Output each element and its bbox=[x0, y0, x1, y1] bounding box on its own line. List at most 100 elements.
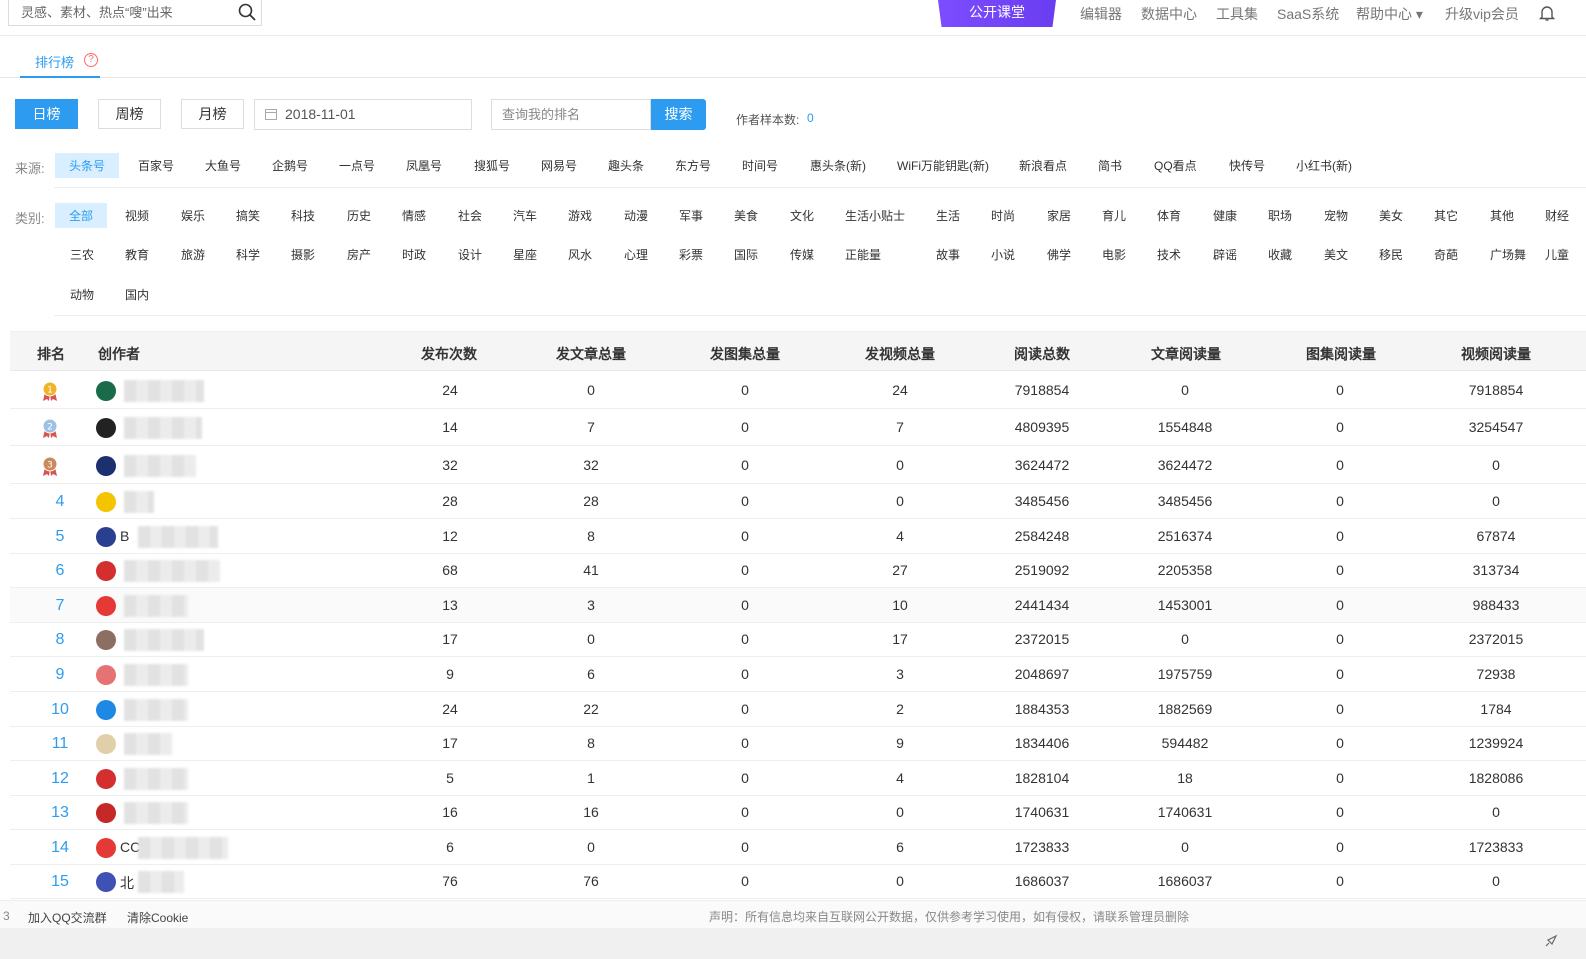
table-row[interactable]: 13 16 16 0 0 1740631 1740631 0 0 bbox=[10, 795, 1586, 830]
rank-search-button[interactable]: 搜索 bbox=[651, 99, 706, 130]
category-chip[interactable]: 房产 bbox=[347, 246, 371, 263]
th-article-total[interactable]: 发文章总量 bbox=[556, 344, 626, 364]
bell-icon[interactable] bbox=[1538, 4, 1556, 22]
source-chip[interactable]: 大鱼号 bbox=[205, 157, 241, 174]
category-chip[interactable]: 职场 bbox=[1268, 207, 1292, 224]
category-chip[interactable]: 时政 bbox=[402, 246, 426, 263]
source-chip[interactable]: 凤凰号 bbox=[406, 157, 442, 174]
creator-avatar[interactable] bbox=[96, 491, 116, 512]
category-chip[interactable]: 科学 bbox=[236, 246, 260, 263]
category-chip[interactable]: 故事 bbox=[936, 246, 960, 263]
source-chip[interactable]: 趣头条 bbox=[608, 157, 644, 174]
category-chip[interactable]: 军事 bbox=[679, 207, 703, 224]
category-chip[interactable]: 美女 bbox=[1379, 207, 1403, 224]
table-row[interactable]: 11 17 8 0 9 1834406 594482 0 1239924 bbox=[10, 726, 1586, 761]
category-chip[interactable]: 美食 bbox=[734, 207, 758, 224]
category-chip[interactable]: 佛学 bbox=[1047, 246, 1071, 263]
source-chip[interactable]: 新浪看点 bbox=[1019, 157, 1067, 174]
category-chip[interactable]: 三农 bbox=[70, 246, 94, 263]
category-chip[interactable]: 汽车 bbox=[513, 207, 537, 224]
nav-editor[interactable]: 编辑器 bbox=[1080, 4, 1122, 24]
table-row[interactable]: 12 5 1 0 4 1828104 18 0 1828086 bbox=[10, 761, 1586, 796]
category-chip[interactable]: 教育 bbox=[125, 246, 149, 263]
creator-avatar[interactable] bbox=[96, 664, 116, 685]
category-chip[interactable]: 彩票 bbox=[679, 246, 703, 263]
creator-avatar[interactable] bbox=[96, 837, 116, 858]
category-chip[interactable]: 全部 bbox=[55, 203, 108, 228]
category-chip[interactable]: 移民 bbox=[1379, 246, 1403, 263]
monthly-rank-button[interactable]: 月榜 bbox=[181, 99, 244, 129]
source-chip[interactable]: 网易号 bbox=[541, 157, 577, 174]
category-chip[interactable]: 情感 bbox=[402, 207, 426, 224]
category-chip[interactable]: 动物 bbox=[70, 286, 94, 303]
source-chip[interactable]: 快传号 bbox=[1229, 157, 1265, 174]
creator-name[interactable]: 北 bbox=[120, 873, 134, 893]
table-row[interactable]: 14 CC 6 0 0 6 1723833 0 0 1723833 bbox=[10, 830, 1586, 865]
table-row[interactable]: 9 9 6 0 3 2048697 1975759 0 72938 bbox=[10, 657, 1586, 692]
category-chip[interactable]: 社会 bbox=[458, 207, 482, 224]
category-chip[interactable]: 健康 bbox=[1213, 207, 1237, 224]
category-chip[interactable]: 心理 bbox=[624, 246, 648, 263]
creator-avatar[interactable] bbox=[96, 768, 116, 789]
category-chip[interactable]: 生活小贴士 bbox=[845, 207, 905, 224]
source-chip[interactable]: 头条号 bbox=[55, 153, 120, 178]
creator-avatar[interactable] bbox=[96, 455, 116, 476]
table-row[interactable]: 7 13 3 0 10 2441434 1453001 0 988433 bbox=[10, 588, 1586, 623]
source-chip[interactable]: 惠头条(新) bbox=[810, 157, 866, 174]
creator-avatar[interactable] bbox=[96, 526, 116, 547]
global-search-input[interactable] bbox=[9, 0, 229, 24]
source-chip[interactable]: 东方号 bbox=[675, 157, 711, 174]
category-chip[interactable]: 技术 bbox=[1157, 246, 1181, 263]
th-video-total[interactable]: 发视频总量 bbox=[865, 344, 935, 364]
nav-data-center[interactable]: 数据中心 bbox=[1141, 4, 1197, 24]
category-chip[interactable]: 美文 bbox=[1324, 246, 1348, 263]
creator-avatar[interactable] bbox=[96, 595, 116, 616]
category-chip[interactable]: 视频 bbox=[125, 207, 149, 224]
table-row[interactable]: 10 24 22 0 2 1884353 1882569 0 1784 bbox=[10, 692, 1586, 727]
join-qq-group-link[interactable]: 加入QQ交流群 bbox=[28, 909, 107, 926]
creator-avatar[interactable] bbox=[96, 560, 116, 581]
tab-ranking[interactable]: 排行榜 bbox=[35, 52, 74, 71]
th-read-total[interactable]: 阅读总数 bbox=[1014, 344, 1070, 364]
category-chip[interactable]: 搞笑 bbox=[236, 207, 260, 224]
th-gallery-total[interactable]: 发图集总量 bbox=[710, 344, 780, 364]
th-article-reads[interactable]: 文章阅读量 bbox=[1151, 344, 1221, 364]
category-chip[interactable]: 财经 bbox=[1545, 207, 1569, 224]
nav-upgrade-vip[interactable]: 升级vip会员 bbox=[1445, 4, 1519, 24]
category-chip[interactable]: 奇葩 bbox=[1434, 246, 1458, 263]
category-chip[interactable]: 星座 bbox=[513, 246, 537, 263]
category-chip[interactable]: 儿童 bbox=[1545, 246, 1569, 263]
table-row[interactable]: 8 17 0 0 17 2372015 0 0 2372015 bbox=[10, 622, 1586, 657]
nav-tools[interactable]: 工具集 bbox=[1216, 4, 1258, 24]
category-chip[interactable]: 体育 bbox=[1157, 207, 1181, 224]
th-gallery-reads[interactable]: 图集阅读量 bbox=[1306, 344, 1376, 364]
th-rank[interactable]: 排名 bbox=[37, 344, 65, 364]
creator-avatar[interactable] bbox=[96, 629, 116, 650]
rocket-icon[interactable] bbox=[1544, 934, 1558, 948]
source-chip[interactable]: 小红书(新) bbox=[1296, 157, 1352, 174]
help-icon[interactable]: ? bbox=[84, 53, 98, 67]
creator-avatar[interactable] bbox=[96, 699, 116, 720]
category-chip[interactable]: 辟谣 bbox=[1213, 246, 1237, 263]
category-chip[interactable]: 旅游 bbox=[181, 246, 205, 263]
creator-avatar[interactable] bbox=[96, 733, 116, 754]
category-chip[interactable]: 科技 bbox=[291, 207, 315, 224]
source-chip[interactable]: 简书 bbox=[1098, 157, 1122, 174]
nav-saas[interactable]: SaaS系统 bbox=[1277, 4, 1339, 24]
weekly-rank-button[interactable]: 周榜 bbox=[98, 99, 161, 129]
open-class-button[interactable]: 公开课堂 bbox=[938, 0, 1056, 27]
source-chip[interactable]: 一点号 bbox=[339, 157, 375, 174]
category-chip[interactable]: 国际 bbox=[734, 246, 758, 263]
category-chip[interactable]: 广场舞 bbox=[1490, 246, 1526, 263]
category-chip[interactable]: 生活 bbox=[936, 207, 960, 224]
category-chip[interactable]: 电影 bbox=[1102, 246, 1126, 263]
category-chip[interactable]: 传媒 bbox=[790, 246, 814, 263]
category-chip[interactable]: 国内 bbox=[125, 286, 149, 303]
table-row[interactable]: 3 32 32 0 0 3624472 3624472 0 0 bbox=[10, 447, 1586, 484]
creator-avatar[interactable] bbox=[96, 417, 116, 438]
category-chip[interactable]: 风水 bbox=[568, 246, 592, 263]
category-chip[interactable]: 文化 bbox=[790, 207, 814, 224]
table-row[interactable]: 2 14 7 0 7 4809395 1554848 0 3254547 bbox=[10, 409, 1586, 446]
category-chip[interactable]: 家居 bbox=[1047, 207, 1071, 224]
category-chip[interactable]: 历史 bbox=[347, 207, 371, 224]
